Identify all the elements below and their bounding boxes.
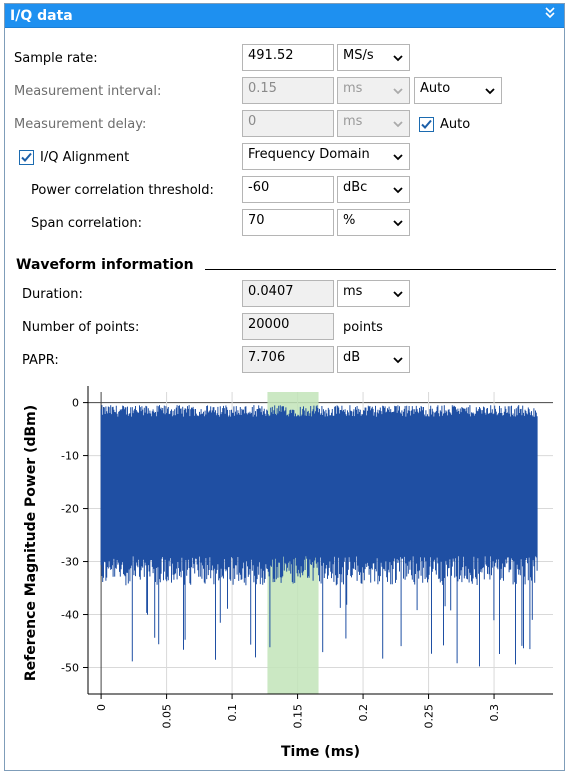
measurement-interval-unit-value: ms bbox=[343, 81, 363, 96]
measurement-interval-unit-select[interactable]: ms bbox=[337, 77, 410, 104]
sample-rate-unit-select[interactable]: MS/s bbox=[337, 44, 410, 71]
papr-label: PAPR: bbox=[22, 353, 59, 368]
papr-unit-value: dB bbox=[343, 350, 361, 365]
sample-rate-unit-value: MS/s bbox=[343, 48, 374, 63]
x-tick-label: 0.2 bbox=[357, 704, 370, 722]
sample-rate-label: Sample rate: bbox=[14, 51, 98, 66]
y-axis-label: Reference Magnitude Power (dBm) bbox=[23, 405, 39, 681]
panel-title: I/Q data bbox=[10, 8, 73, 24]
chevron-down-icon bbox=[393, 357, 403, 364]
iq-data-panel: I/Q data Sample rate: 491.52 MS/s Measur… bbox=[4, 3, 565, 771]
x-tick-label: 0.05 bbox=[161, 704, 174, 729]
iq-alignment-select[interactable]: Frequency Domain bbox=[242, 143, 410, 170]
x-tick-label: 0 bbox=[95, 704, 108, 711]
measurement-interval-mode-value: Auto bbox=[420, 81, 451, 96]
span-correlation-unit-value: % bbox=[343, 213, 356, 228]
chevron-down-icon bbox=[393, 291, 403, 298]
duration-unit-select[interactable]: ms bbox=[337, 280, 410, 307]
waveform-chart[interactable]: 0 -10 -20 -30 -40 -50 0 0.05 0.1 0.15 0.2 0.25 0.3 … bbox=[13, 382, 559, 766]
y-tick-label: 0 bbox=[72, 397, 79, 410]
duration-unit-value: ms bbox=[343, 284, 363, 299]
span-correlation-label: Span correlation: bbox=[31, 216, 142, 231]
waveform-section-title: Waveform information bbox=[16, 257, 200, 273]
waveform-chart-svg: 0-10-20-30-40-50 0 0.05 0.1 0.15 0.2 0.25 0.3 … bbox=[23, 386, 553, 760]
chevron-down-icon bbox=[393, 154, 403, 161]
power-correlation-input[interactable]: -60 bbox=[242, 176, 334, 203]
power-correlation-unit-select[interactable]: dBc bbox=[337, 176, 410, 203]
measurement-delay-unit-select[interactable]: ms bbox=[337, 110, 410, 137]
points-unit: points bbox=[343, 320, 383, 335]
points-value: 20000 bbox=[242, 313, 334, 340]
y-tick-label: -40 bbox=[61, 609, 79, 622]
iq-alignment-label: I/Q Alignment bbox=[40, 150, 130, 165]
checkmark-icon bbox=[421, 119, 432, 129]
measurement-delay-auto-label: Auto bbox=[440, 117, 471, 132]
y-tick-label: -50 bbox=[61, 662, 79, 675]
section-divider bbox=[205, 269, 556, 270]
chevron-down-icon bbox=[393, 187, 403, 194]
measurement-delay-auto-checkbox[interactable] bbox=[419, 117, 434, 132]
iq-alignment-checkbox[interactable] bbox=[19, 150, 34, 165]
y-tick-label: -20 bbox=[61, 503, 79, 516]
chevron-down-icon bbox=[485, 88, 495, 95]
points-label: Number of points: bbox=[22, 320, 140, 335]
double-chevron-icon[interactable] bbox=[542, 6, 558, 24]
x-tick-label: 0.15 bbox=[292, 704, 305, 729]
chevron-down-icon bbox=[393, 88, 403, 95]
measurement-delay-unit-value: ms bbox=[343, 114, 363, 129]
duration-label: Duration: bbox=[22, 287, 83, 302]
chevron-down-icon bbox=[393, 55, 403, 62]
y-tick-label: -30 bbox=[61, 556, 79, 569]
span-correlation-unit-select[interactable]: % bbox=[337, 209, 410, 236]
panel-header[interactable]: I/Q data bbox=[5, 4, 564, 28]
papr-unit-select[interactable]: dB bbox=[337, 346, 410, 373]
x-tick-label: 0.1 bbox=[226, 704, 239, 722]
measurement-interval-mode-select[interactable]: Auto bbox=[414, 77, 502, 104]
power-correlation-label: Power correlation threshold: bbox=[31, 183, 214, 198]
duration-value: 0.0407 bbox=[242, 280, 334, 307]
x-tick-label: 0.25 bbox=[423, 704, 436, 729]
measurement-delay-label: Measurement delay: bbox=[14, 117, 147, 132]
x-axis-label: Time (ms) bbox=[281, 744, 360, 760]
papr-value: 7.706 bbox=[242, 346, 334, 373]
chevron-down-icon bbox=[393, 220, 403, 227]
checkmark-icon bbox=[21, 152, 32, 162]
chevron-down-icon bbox=[393, 121, 403, 128]
measurement-interval-input[interactable]: 0.15 bbox=[242, 77, 334, 104]
power-correlation-unit-value: dBc bbox=[343, 180, 368, 195]
measurement-interval-label: Measurement interval: bbox=[14, 84, 162, 99]
iq-alignment-value: Frequency Domain bbox=[248, 147, 370, 162]
x-tick-label: 0.3 bbox=[488, 704, 501, 722]
measurement-delay-input[interactable]: 0 bbox=[242, 110, 334, 137]
span-correlation-input[interactable]: 70 bbox=[242, 209, 334, 236]
sample-rate-input[interactable]: 491.52 bbox=[242, 44, 334, 71]
y-tick-label: -10 bbox=[61, 450, 79, 463]
